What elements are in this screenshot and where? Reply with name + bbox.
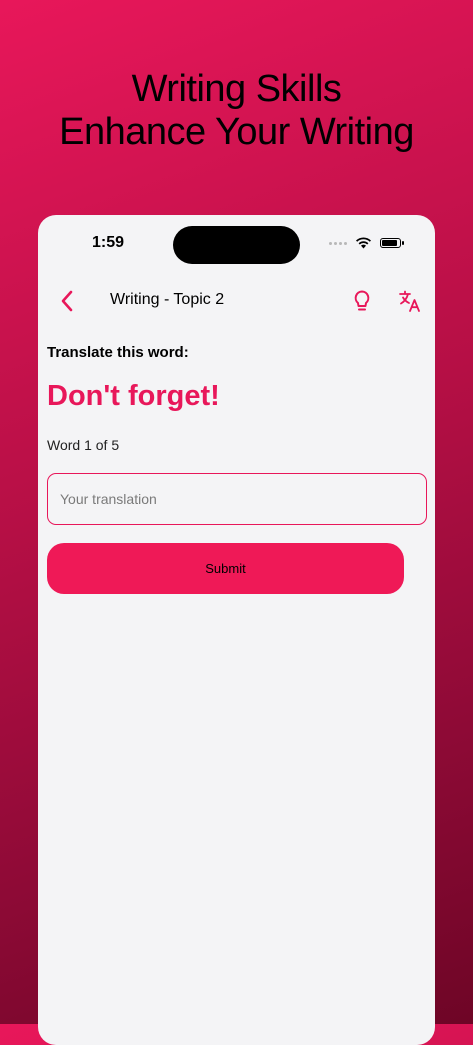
translate-icon[interactable] <box>398 289 422 313</box>
battery-icon <box>380 238 404 248</box>
status-indicators <box>329 237 404 249</box>
promo-headline: Writing Skills Enhance Your Writing <box>0 68 473 154</box>
promo-line-2: Enhance Your Writing <box>59 111 414 153</box>
promo-line-1: Writing Skills <box>131 68 342 110</box>
lightbulb-icon[interactable] <box>351 289 373 313</box>
wifi-icon <box>356 237 371 249</box>
chevron-left-icon[interactable] <box>58 289 78 313</box>
cellular-signal-icon <box>329 241 347 245</box>
status-time: 1:59 <box>92 234 125 251</box>
target-word: Don't forget! <box>47 380 220 412</box>
phone-screen: 1:59 Writing - Topic 2 Translate this wo… <box>38 215 435 1045</box>
progress-counter: Word 1 of 5 <box>47 437 120 453</box>
translation-input[interactable] <box>47 473 427 525</box>
exercise-prompt: Translate this word: <box>47 344 189 361</box>
dynamic-island <box>173 226 300 264</box>
submit-button[interactable]: Submit <box>47 543 404 594</box>
page-title: Writing - Topic 2 <box>110 291 225 308</box>
